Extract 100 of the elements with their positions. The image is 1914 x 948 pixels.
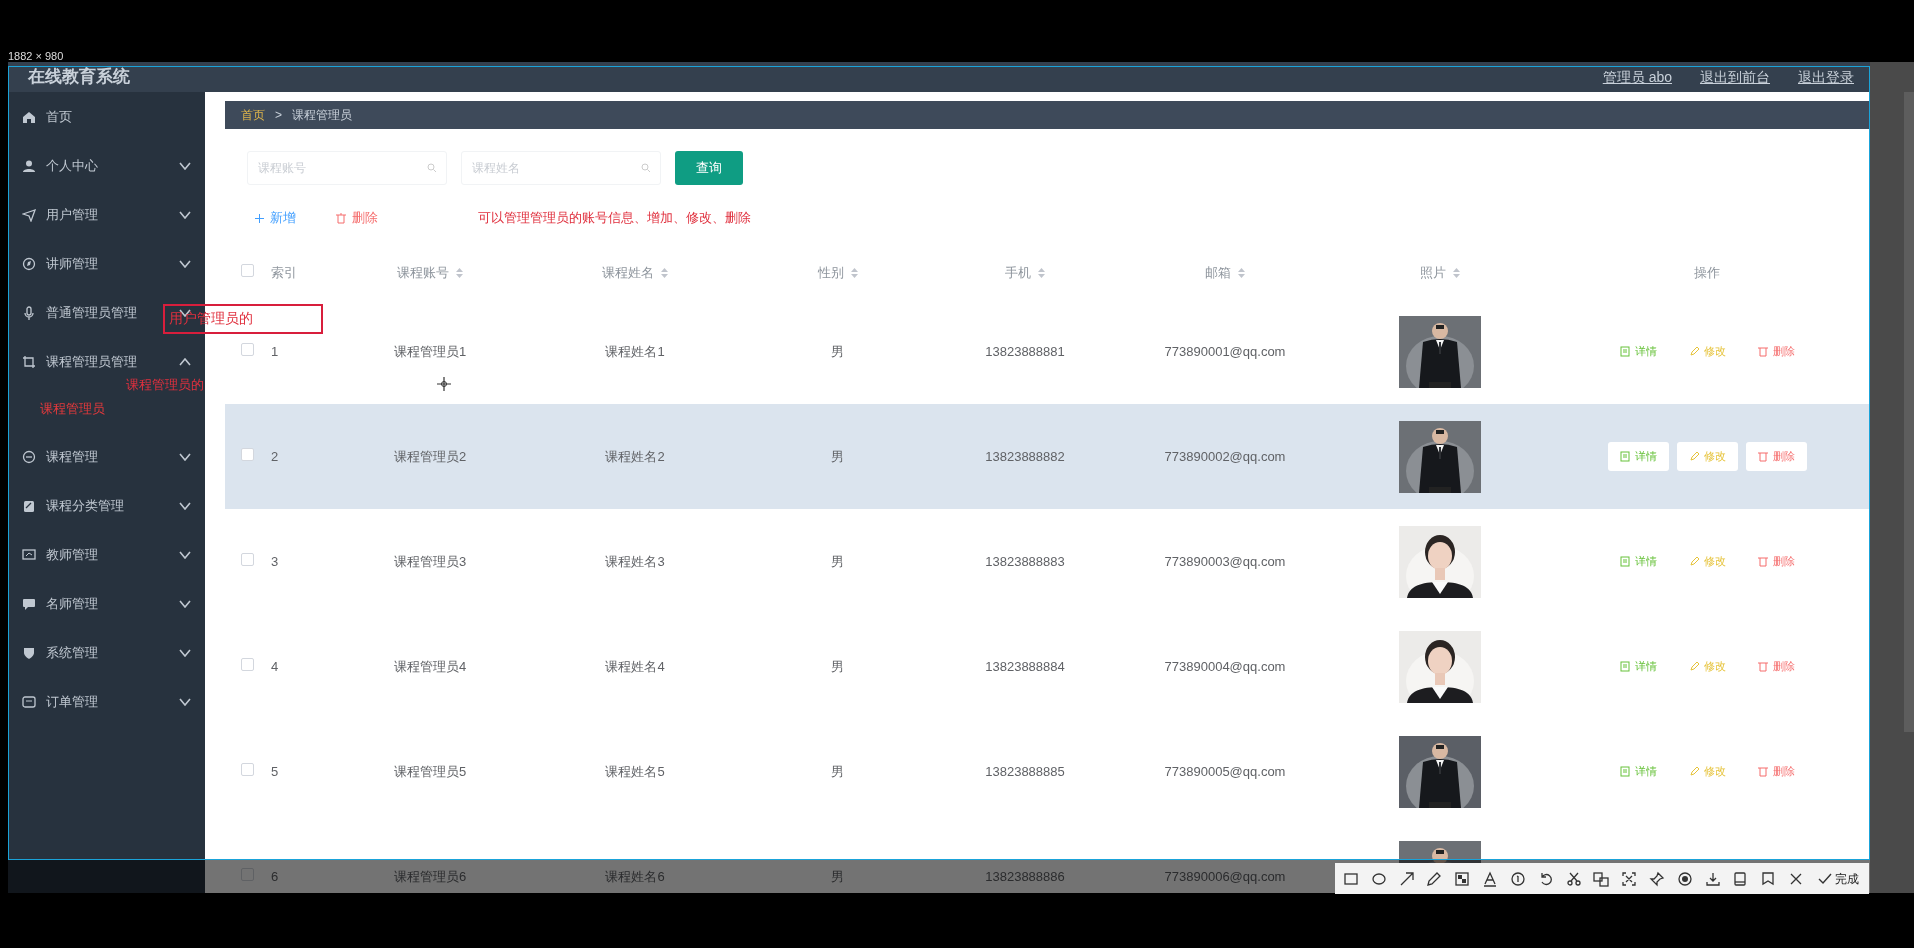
breadcrumb-link[interactable]: 首页 xyxy=(241,106,265,124)
table-cell: 课程姓名1 xyxy=(605,343,665,359)
edit-button[interactable]: 修改 xyxy=(1676,337,1738,366)
sidebar-item[interactable]: 个人中心 xyxy=(46,157,98,173)
ellipse-tool-icon xyxy=(1370,870,1387,887)
trash-icon xyxy=(336,212,346,224)
delete-button[interactable]: 删除 xyxy=(1745,757,1807,786)
scan-frame-icon xyxy=(1621,870,1638,887)
sort-icon xyxy=(661,268,668,278)
query-button[interactable]: 查询 xyxy=(675,151,743,185)
table-cell: 课程姓名3 xyxy=(605,553,665,569)
plus-icon xyxy=(255,213,264,223)
delete-button[interactable]: 删除 xyxy=(1745,442,1807,471)
header-link[interactable]: 退出登录 xyxy=(1798,68,1854,85)
trash-icon xyxy=(1757,346,1768,357)
circle-icon xyxy=(22,449,36,464)
checkbox[interactable] xyxy=(241,264,254,278)
header-link[interactable]: 退出到前台 xyxy=(1700,68,1770,85)
table-cell: 773890006@qq.com xyxy=(1164,868,1286,884)
crop-icon xyxy=(22,354,36,369)
table-cell: 课程管理员1 xyxy=(393,343,467,359)
sidebar-item[interactable]: 普通管理员管理 xyxy=(46,304,137,320)
column-header[interactable]: 课程账号 xyxy=(397,263,463,283)
table-cell: 13823888881 xyxy=(985,343,1065,359)
table-cell: 课程管理员4 xyxy=(393,658,467,674)
column-header[interactable]: 手机 xyxy=(1005,263,1045,283)
header-link[interactable]: 管理员 abo xyxy=(1602,68,1672,85)
number-tool-icon xyxy=(1509,870,1526,887)
sidebar-item[interactable]: 教师管理 xyxy=(46,546,98,562)
edit-button[interactable]: 修改 xyxy=(1676,757,1738,786)
edit-button[interactable]: 修改 xyxy=(1676,442,1738,471)
table-cell: 男 xyxy=(831,658,844,674)
window-icon xyxy=(22,694,36,709)
sort-icon xyxy=(456,268,463,278)
sidebar-item[interactable]: 首页 xyxy=(46,108,72,124)
document-icon xyxy=(1619,346,1630,357)
sidebar-item[interactable]: 课程分类管理 xyxy=(46,497,124,513)
scissors-icon xyxy=(1565,870,1582,887)
add-button[interactable]: 新增 xyxy=(255,208,296,228)
trash-icon xyxy=(1757,451,1768,462)
detail-button[interactable]: 详情 xyxy=(1607,652,1669,681)
table-cell: 课程管理员3 xyxy=(393,553,467,569)
sidebar-item[interactable]: 讲师管理 xyxy=(46,255,98,271)
crosshair-cursor-icon xyxy=(436,376,452,392)
edit-button[interactable]: 修改 xyxy=(1676,652,1738,681)
breadcrumb-separator: > xyxy=(275,107,282,124)
done-button[interactable]: 完成 xyxy=(1813,869,1863,888)
detail-button[interactable]: 详情 xyxy=(1607,757,1669,786)
column-header[interactable]: 性别 xyxy=(817,263,858,283)
table-cell: 6 xyxy=(271,868,279,884)
sidebar-item[interactable]: 用户管理 xyxy=(46,206,98,222)
annotation-text: 课程管理员的 xyxy=(126,376,204,394)
table-cell: 男 xyxy=(831,343,844,359)
column-header: 操作 xyxy=(1694,264,1720,283)
table-cell: 773890005@qq.com xyxy=(1164,763,1286,779)
document-icon xyxy=(1619,451,1630,462)
pencil-icon xyxy=(1688,766,1699,777)
text-tool-icon xyxy=(1482,870,1499,887)
sidebar-item[interactable]: 课程管理 xyxy=(46,448,98,464)
compass-icon xyxy=(22,256,36,271)
pencil-icon xyxy=(1688,451,1699,462)
sidebar-item[interactable]: 课程管理员管理 xyxy=(46,353,137,369)
detail-button[interactable]: 详情 xyxy=(1607,442,1669,471)
trash-icon xyxy=(1757,556,1768,567)
checkbox[interactable] xyxy=(241,552,254,566)
clipboard-icon xyxy=(22,498,36,513)
checkbox[interactable] xyxy=(241,342,254,356)
sidebar-item[interactable]: 系统管理 xyxy=(46,644,98,660)
checkbox[interactable] xyxy=(241,447,254,461)
mosaic-icon xyxy=(1454,870,1471,887)
person-icon xyxy=(22,158,36,173)
table-cell: 课程姓名6 xyxy=(605,868,665,884)
edit-button[interactable]: 修改 xyxy=(1676,547,1738,576)
detail-button[interactable]: 详情 xyxy=(1607,547,1669,576)
shield-icon xyxy=(22,645,36,660)
detail-button[interactable]: 详情 xyxy=(1607,337,1669,366)
delete-button[interactable]: 删除 xyxy=(1745,547,1807,576)
delete-button[interactable]: 删除 xyxy=(1745,337,1807,366)
column-header[interactable]: 邮箱 xyxy=(1205,263,1245,283)
table-cell: 13823888884 xyxy=(985,658,1065,674)
trash-icon xyxy=(1757,661,1768,672)
sidebar-item[interactable]: 订单管理 xyxy=(46,693,98,709)
checkbox[interactable] xyxy=(241,762,254,776)
sidebar-item[interactable]: 名师管理 xyxy=(46,595,98,611)
table-cell: 773890001@qq.com xyxy=(1164,343,1286,359)
document-icon xyxy=(1619,556,1630,567)
delete-button[interactable]: 删除 xyxy=(336,208,378,228)
checkbox[interactable] xyxy=(241,657,254,671)
sort-icon xyxy=(1238,268,1245,278)
table-cell: 1 xyxy=(271,343,279,359)
home-icon xyxy=(22,109,36,124)
check-icon xyxy=(1817,872,1832,885)
document-icon xyxy=(1619,661,1630,672)
column-header[interactable]: 课程姓名 xyxy=(602,263,668,283)
table-cell: 男 xyxy=(831,448,844,464)
delete-button[interactable]: 删除 xyxy=(1745,652,1807,681)
capture-size-label: 1882 × 980 xyxy=(8,50,64,62)
column-header[interactable]: 照片 xyxy=(1420,263,1460,283)
sort-icon xyxy=(850,268,858,278)
table-cell: 13823888882 xyxy=(985,448,1065,464)
